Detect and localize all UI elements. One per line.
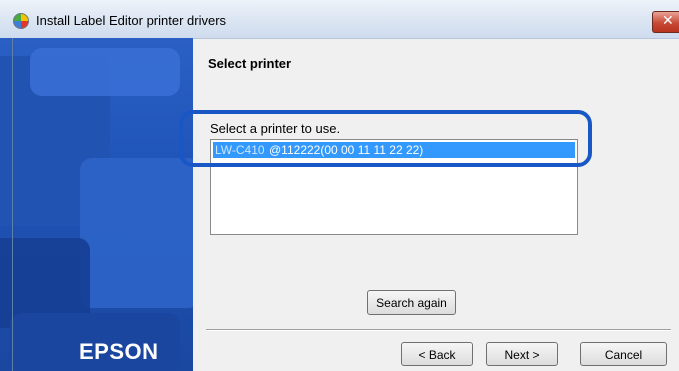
- footer-divider: [206, 329, 671, 330]
- close-button[interactable]: ✕: [652, 11, 679, 33]
- page-title: Select printer: [208, 56, 292, 71]
- search-again-button[interactable]: Search again: [367, 290, 456, 315]
- epson-logo: EPSON: [79, 339, 159, 364]
- sidebar-panel: [0, 38, 193, 371]
- installer-window: Install Label Editor printer drivers ✕ E…: [0, 0, 679, 371]
- close-icon: ✕: [662, 13, 674, 29]
- window-title: Install Label Editor printer drivers: [36, 13, 227, 28]
- title-bar: Install Label Editor printer drivers ✕: [0, 0, 679, 39]
- app-icon: [13, 13, 29, 29]
- back-button[interactable]: < Back: [401, 342, 473, 366]
- callout-highlight: [179, 110, 592, 167]
- cancel-button[interactable]: Cancel: [580, 342, 667, 366]
- decor-shape: [30, 48, 180, 96]
- next-button[interactable]: Next >: [486, 342, 558, 366]
- window-frame-edge: [12, 38, 13, 371]
- decor-shape: [80, 158, 193, 308]
